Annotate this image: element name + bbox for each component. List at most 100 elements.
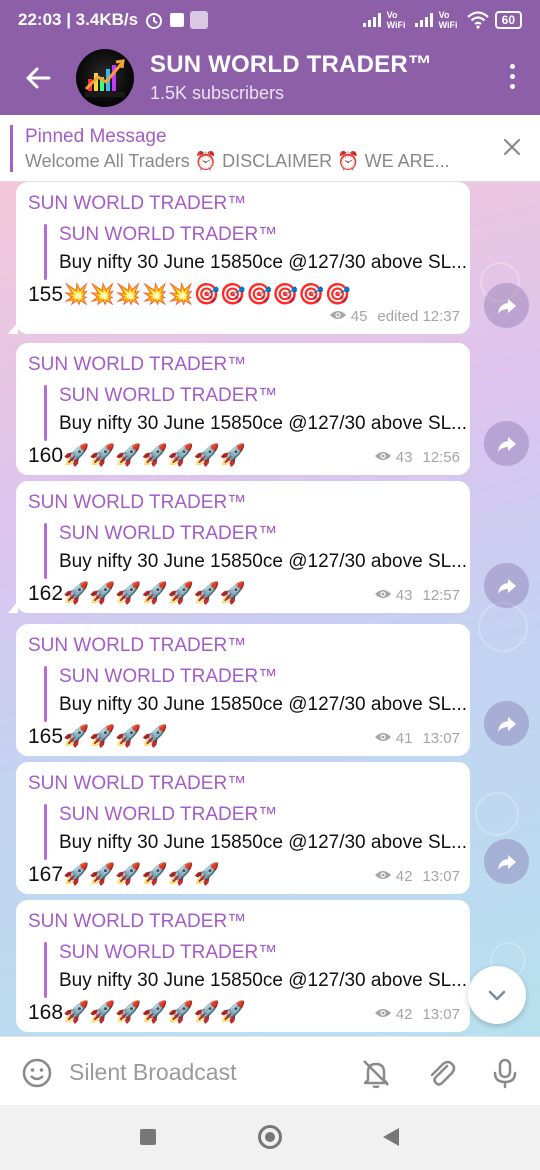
message-bubble[interactable]: SUN WORLD TRADER™ SUN WORLD TRADER™ Buy ni… [16, 343, 470, 475]
paperclip-icon [430, 1060, 456, 1086]
reply-quote-bar [44, 224, 47, 280]
eye-icon [374, 449, 392, 466]
back-arrow-icon [26, 67, 51, 88]
eye-icon [374, 868, 392, 885]
message-time: 12:56 [422, 449, 460, 466]
pinned-message-bar[interactable]: Pinned Message Welcome All Traders ⏰ DIS… [0, 115, 540, 182]
message-sender[interactable]: SUN WORLD TRADER™ [28, 911, 246, 933]
status-time-speed: 22:03 | 3.4KB/s [18, 10, 139, 29]
mic-icon [493, 1058, 517, 1089]
emoji-icon [22, 1058, 52, 1088]
eye-icon [374, 1006, 392, 1023]
share-button[interactable] [484, 701, 529, 746]
share-button[interactable] [484, 283, 529, 328]
more-vert-icon [509, 64, 515, 69]
message-meta: 42 13:07 [374, 868, 460, 885]
message-time: edited 12:37 [377, 308, 460, 325]
message-text: 167🚀🚀🚀🚀🚀🚀 [28, 863, 220, 886]
message-sender[interactable]: SUN WORLD TRADER™ [28, 635, 246, 657]
chevron-down-icon [488, 990, 506, 1001]
view-count: 42 [395, 1006, 413, 1023]
back-button[interactable] [0, 40, 76, 115]
app-notification-icon [190, 11, 209, 29]
background-doodle [478, 602, 528, 652]
message-meta: 45 edited 12:37 [329, 308, 460, 325]
battery-indicator: 60 [494, 11, 522, 29]
composer-bar: Silent Broadcast [0, 1036, 540, 1105]
message-sender[interactable]: SUN WORLD TRADER™ [28, 354, 246, 376]
share-icon [497, 716, 516, 732]
reply-quote-bar [44, 942, 47, 998]
home-button[interactable] [258, 1125, 282, 1149]
message-sender[interactable]: SUN WORLD TRADER™ [28, 773, 246, 795]
share-button[interactable] [484, 839, 529, 884]
message-bubble[interactable]: SUN WORLD TRADER™ SUN WORLD TRADER™ Buy ni… [16, 762, 470, 894]
quoted-text[interactable]: Buy nifty 30 June 15850ce @127/30 above … [59, 970, 467, 992]
share-button[interactable] [484, 563, 529, 608]
voice-message-button[interactable] [489, 1057, 521, 1094]
message-meta: 43 12:56 [374, 449, 460, 466]
subscriber-count: 1.5K subscribers [150, 83, 285, 103]
chat-header: SUN WORLD TRADER™ 1.5K subscribers [0, 40, 540, 115]
message-meta: 41 13:07 [374, 730, 460, 747]
share-icon [497, 854, 516, 870]
quoted-text[interactable]: Buy nifty 30 June 15850ce @127/30 above … [59, 832, 467, 854]
alarm-icon [146, 13, 163, 29]
message-text: 162🚀🚀🚀🚀🚀🚀🚀 [28, 582, 247, 605]
quoted-sender[interactable]: SUN WORLD TRADER™ [59, 224, 277, 246]
back-nav-button[interactable] [383, 1128, 399, 1146]
notification-icon [170, 13, 185, 27]
pinned-label: Pinned Message [25, 126, 167, 147]
quoted-text[interactable]: Buy nifty 30 June 15850ce @127/30 above … [59, 694, 467, 716]
view-count: 43 [395, 449, 413, 466]
close-pinned-button[interactable] [502, 137, 522, 162]
message-sender[interactable]: SUN WORLD TRADER™ [28, 492, 246, 514]
share-icon [497, 578, 516, 594]
message-text: 165🚀🚀🚀🚀 [28, 725, 168, 748]
pinned-accent-bar [10, 125, 13, 172]
quoted-sender[interactable]: SUN WORLD TRADER™ [59, 804, 277, 826]
scroll-to-bottom-button[interactable] [468, 966, 526, 1024]
channel-logo [84, 58, 125, 97]
attach-button[interactable] [425, 1057, 457, 1094]
bubble-tail [8, 322, 18, 334]
message-list[interactable]: SUN WORLD TRADER™ SUN WORLD TRADER™ Buy ni… [0, 182, 540, 1036]
quoted-text[interactable]: Buy nifty 30 June 15850ce @127/30 above … [59, 413, 467, 435]
network-label-2: Vo WiFi [438, 10, 458, 30]
mute-button[interactable] [360, 1057, 392, 1094]
message-time: 12:57 [422, 587, 460, 604]
quoted-sender[interactable]: SUN WORLD TRADER™ [59, 942, 277, 964]
silent-broadcast-toggle[interactable]: Silent Broadcast [69, 1059, 236, 1086]
quoted-sender[interactable]: SUN WORLD TRADER™ [59, 523, 277, 545]
reply-quote-bar [44, 666, 47, 722]
background-doodle [475, 792, 519, 836]
view-count: 41 [395, 730, 413, 747]
recents-button[interactable] [140, 1129, 156, 1145]
message-bubble[interactable]: SUN WORLD TRADER™ SUN WORLD TRADER™ Buy ni… [16, 624, 470, 756]
share-icon [497, 298, 516, 314]
signal-icon [362, 13, 381, 27]
close-icon [503, 138, 521, 156]
quoted-sender[interactable]: SUN WORLD TRADER™ [59, 666, 277, 688]
more-options-button[interactable] [508, 64, 516, 89]
message-bubble[interactable]: SUN WORLD TRADER™ SUN WORLD TRADER™ Buy ni… [8, 481, 470, 613]
quoted-sender[interactable]: SUN WORLD TRADER™ [59, 385, 277, 407]
message-meta: 43 12:57 [374, 587, 460, 604]
share-button[interactable] [484, 421, 529, 466]
quoted-text[interactable]: Buy nifty 30 June 15850ce @127/30 above … [59, 252, 467, 274]
emoji-button[interactable] [21, 1057, 53, 1094]
status-bar: 22:03 | 3.4KB/s Vo WiFi Vo WiFi 60 [0, 0, 540, 40]
system-navigation-bar [0, 1105, 540, 1170]
message-meta: 42 13:07 [374, 1006, 460, 1023]
message-bubble[interactable]: SUN WORLD TRADER™ SUN WORLD TRADER™ Buy ni… [16, 900, 470, 1032]
reply-quote-bar [44, 804, 47, 860]
network-label-1: Vo WiFi [386, 10, 406, 30]
quoted-text[interactable]: Buy nifty 30 June 15850ce @127/30 above … [59, 551, 467, 573]
wifi-icon [466, 11, 489, 29]
channel-avatar[interactable] [76, 48, 134, 107]
reply-quote-bar [44, 523, 47, 579]
message-sender[interactable]: SUN WORLD TRADER™ [28, 193, 246, 215]
message-bubble[interactable]: SUN WORLD TRADER™ SUN WORLD TRADER™ Buy ni… [8, 182, 470, 334]
message-time: 13:07 [422, 730, 460, 747]
channel-title[interactable]: SUN WORLD TRADER™ [150, 51, 432, 79]
